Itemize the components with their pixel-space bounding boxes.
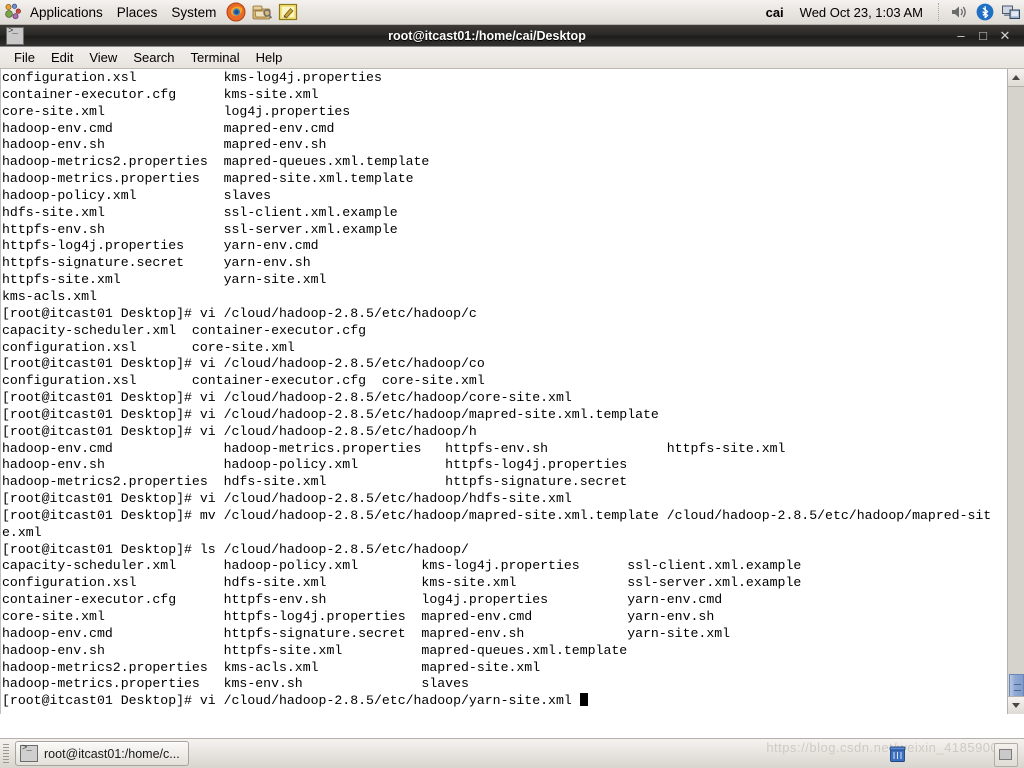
terminal-line: capacity-scheduler.xml hadoop-policy.xml… xyxy=(2,558,991,575)
menu-file[interactable]: File xyxy=(6,48,43,67)
menu-view[interactable]: View xyxy=(81,48,125,67)
volume-icon[interactable] xyxy=(949,2,969,22)
minimize-icon: – xyxy=(950,27,972,45)
terminal-line: [root@itcast01 Desktop]# vi /cloud/hadoo… xyxy=(2,356,991,373)
terminal-screen[interactable]: configuration.xsl kms-log4j.propertiesco… xyxy=(0,69,1024,714)
gnome-foot-icon xyxy=(4,3,22,21)
terminal-scrollbar[interactable] xyxy=(1007,69,1024,714)
maximize-button[interactable]: □ xyxy=(972,27,994,45)
panel-grip-handle[interactable] xyxy=(3,744,9,764)
window-title: root@itcast01:/home/cai/Desktop xyxy=(24,29,950,43)
terminal-line: [root@itcast01 Desktop]# vi /cloud/hadoo… xyxy=(2,407,991,424)
terminal-line: httpfs-site.xml yarn-site.xml xyxy=(2,272,991,289)
menu-applications[interactable]: Applications xyxy=(23,3,110,22)
terminal-line: httpfs-log4j.properties yarn-env.cmd xyxy=(2,238,991,255)
close-button[interactable]: ✕ xyxy=(994,27,1016,45)
panel-clock[interactable]: Wed Oct 23, 1:03 AM xyxy=(790,5,933,20)
bluetooth-icon[interactable] xyxy=(975,2,995,22)
terminal-line: configuration.xsl kms-log4j.properties xyxy=(2,70,991,87)
terminal-line: [root@itcast01 Desktop]# vi /cloud/hadoo… xyxy=(2,491,991,508)
taskbar-item-label: root@itcast01:/home/c... xyxy=(44,747,180,761)
terminal-line: core-site.xml log4j.properties xyxy=(2,104,991,121)
file-manager-icon[interactable] xyxy=(251,1,273,23)
terminal-line: hadoop-env.cmd httpfs-signature.secret m… xyxy=(2,626,991,643)
menu-edit[interactable]: Edit xyxy=(43,48,81,67)
terminal-window: root@itcast01:/home/cai/Desktop – □ ✕ Fi… xyxy=(0,25,1024,738)
terminal-line: hadoop-metrics2.properties kms-acls.xml … xyxy=(2,660,991,677)
terminal-line: hadoop-metrics.properties mapred-site.xm… xyxy=(2,171,991,188)
terminal-line: hadoop-env.sh mapred-env.sh xyxy=(2,137,991,154)
terminal-line: [root@itcast01 Desktop]# ls /cloud/hadoo… xyxy=(2,542,991,559)
top-panel: Applications Places System cai Wed Oct 2 xyxy=(0,0,1024,25)
terminal-line: [root@itcast01 Desktop]# vi /cloud/hadoo… xyxy=(2,424,991,441)
terminal-line: hadoop-metrics2.properties mapred-queues… xyxy=(2,154,991,171)
text-editor-icon[interactable] xyxy=(277,1,299,23)
terminal-line: [root@itcast01 Desktop]# vi /cloud/hadoo… xyxy=(2,390,991,407)
trash-icon[interactable] xyxy=(889,745,906,763)
minimize-button[interactable]: – xyxy=(950,27,972,45)
watermark-text: https://blog.csdn.net/weixin_41859000 xyxy=(766,740,1006,755)
menu-terminal[interactable]: Terminal xyxy=(183,48,248,67)
terminal-line: [root@itcast01 Desktop]# mv /cloud/hadoo… xyxy=(2,508,991,525)
terminal-line: hadoop-env.sh hadoop-policy.xml httpfs-l… xyxy=(2,457,991,474)
maximize-icon: □ xyxy=(972,27,994,45)
terminal-line: e.xml xyxy=(2,525,991,542)
tray-separator xyxy=(938,3,941,21)
terminal-line: httpfs-env.sh ssl-server.xml.example xyxy=(2,222,991,239)
terminal-command-text: [root@itcast01 Desktop]# vi /cloud/hadoo… xyxy=(2,693,580,708)
bottom-taskbar: root@itcast01:/home/c... https://blog.cs… xyxy=(0,738,1024,768)
terminal-line: configuration.xsl hdfs-site.xml kms-site… xyxy=(2,575,991,592)
terminal-icon xyxy=(20,745,38,762)
terminal-line: hadoop-env.cmd hadoop-metrics.properties… xyxy=(2,441,991,458)
window-title-bar[interactable]: root@itcast01:/home/cai/Desktop – □ ✕ xyxy=(0,25,1024,47)
scroll-down-arrow-icon[interactable] xyxy=(1008,696,1024,714)
menu-help[interactable]: Help xyxy=(248,48,291,67)
terminal-line: [root@itcast01 Desktop]# vi /cloud/hadoo… xyxy=(2,306,991,323)
show-desktop-icon[interactable] xyxy=(994,743,1018,767)
terminal-icon xyxy=(6,27,24,45)
network-icon[interactable] xyxy=(1001,2,1021,22)
menu-search[interactable]: Search xyxy=(125,48,182,67)
terminal-line: container-executor.cfg kms-site.xml xyxy=(2,87,991,104)
terminal-line: core-site.xml httpfs-log4j.properties ma… xyxy=(2,609,991,626)
terminal-menu-bar: File Edit View Search Terminal Help xyxy=(0,47,1024,69)
terminal-line: hadoop-policy.xml slaves xyxy=(2,188,991,205)
terminal-line: kms-acls.xml xyxy=(2,289,991,306)
menu-system[interactable]: System xyxy=(164,3,223,22)
terminal-line: hdfs-site.xml ssl-client.xml.example xyxy=(2,205,991,222)
firefox-icon[interactable] xyxy=(225,1,247,23)
close-icon: ✕ xyxy=(994,27,1016,45)
terminal-line: capacity-scheduler.xml container-executo… xyxy=(2,323,991,340)
terminal-line: hadoop-metrics.properties kms-env.sh sla… xyxy=(2,676,991,693)
taskbar-item-terminal[interactable]: root@itcast01:/home/c... xyxy=(15,741,189,766)
terminal-line: configuration.xsl core-site.xml xyxy=(2,340,991,357)
panel-username[interactable]: cai xyxy=(760,5,790,20)
terminal-line: container-executor.cfg httpfs-env.sh log… xyxy=(2,592,991,609)
terminal-line: hadoop-metrics2.properties hdfs-site.xml… xyxy=(2,474,991,491)
window-controls: – □ ✕ xyxy=(950,27,1016,45)
menu-places[interactable]: Places xyxy=(110,3,165,22)
terminal-line: hadoop-env.cmd mapred-env.cmd xyxy=(2,121,991,138)
terminal-line: hadoop-env.sh httpfs-site.xml mapred-que… xyxy=(2,643,991,660)
scroll-up-arrow-icon[interactable] xyxy=(1008,69,1024,87)
terminal-cursor xyxy=(580,693,588,706)
terminal-active-command-line: [root@itcast01 Desktop]# vi /cloud/hadoo… xyxy=(2,693,991,710)
terminal-line: configuration.xsl container-executor.cfg… xyxy=(2,373,991,390)
scrollbar-thumb[interactable] xyxy=(1009,674,1024,698)
terminal-line: httpfs-signature.secret yarn-env.sh xyxy=(2,255,991,272)
terminal-output: configuration.xsl kms-log4j.propertiesco… xyxy=(2,70,991,710)
